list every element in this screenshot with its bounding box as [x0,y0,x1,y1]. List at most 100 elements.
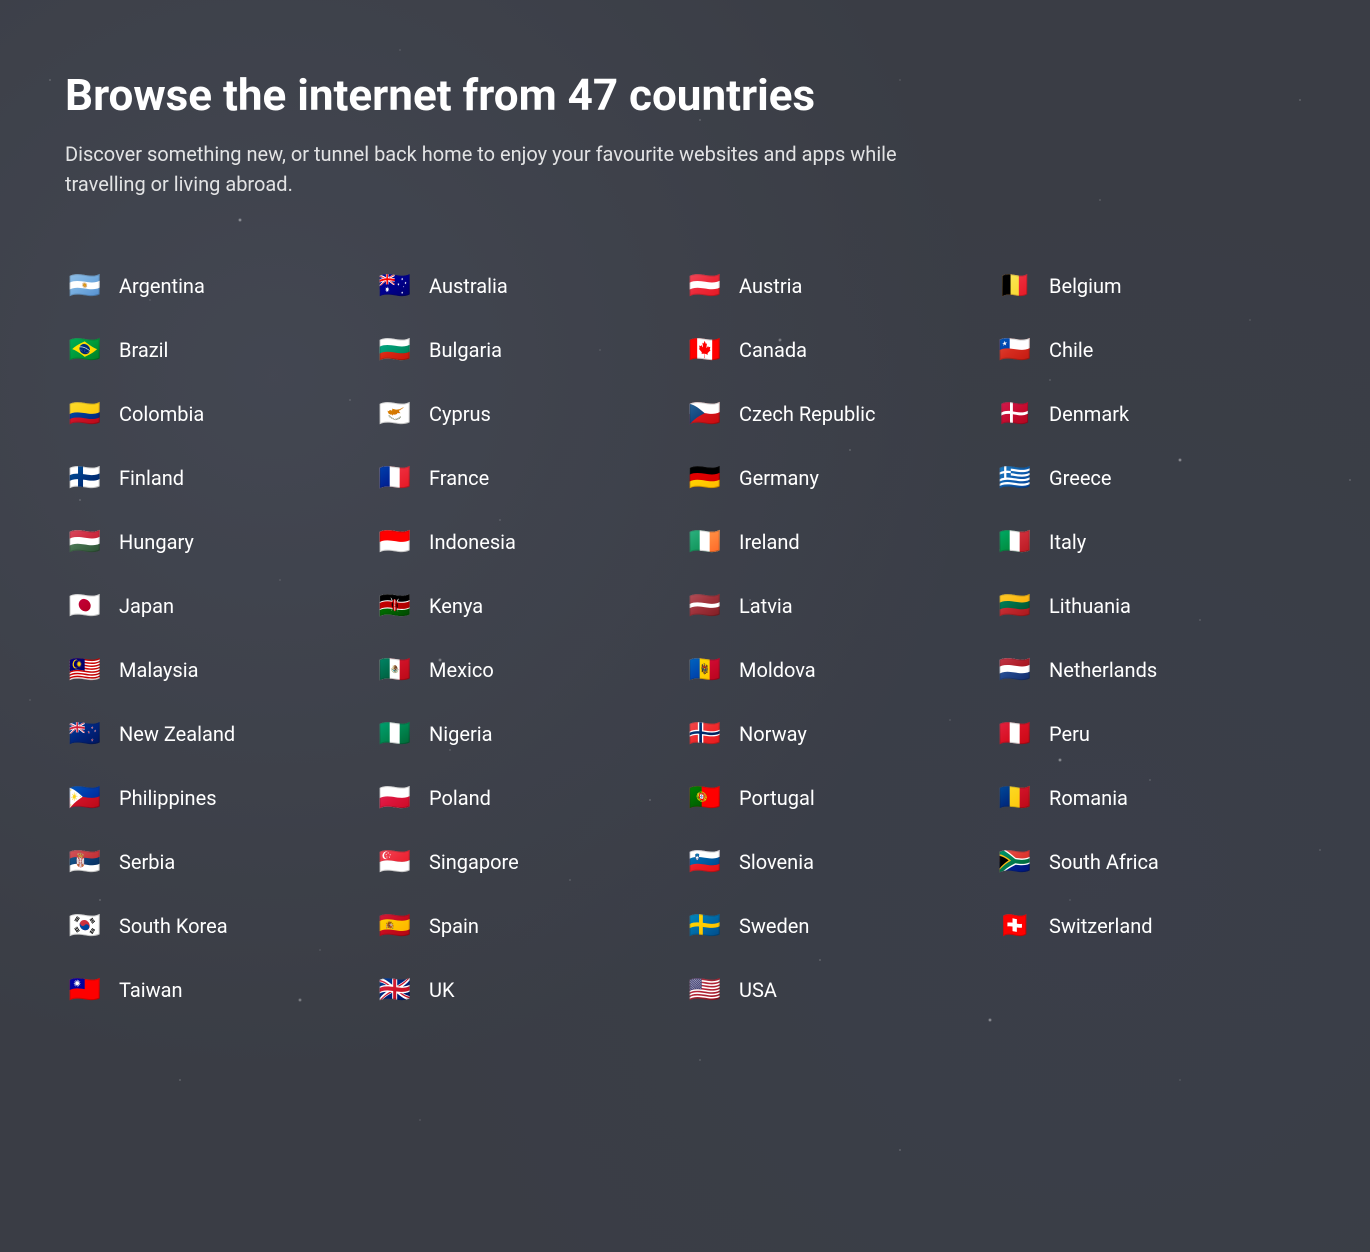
country-name: Denmark [1049,402,1129,426]
country-flag: 🇩🇪 [685,464,725,492]
country-flag: 🇨🇭 [995,912,1035,940]
country-name: Romania [1049,786,1128,810]
country-flag: 🇲🇾 [65,656,105,684]
country-name: Singapore [429,850,519,874]
country-flag: 🇬🇷 [995,464,1035,492]
country-flag: 🇷🇴 [995,784,1035,812]
country-flag: 🇰🇷 [65,912,105,940]
country-item: 🇨🇿Czech Republic [685,382,995,446]
country-item: 🇰🇷South Korea [65,894,375,958]
country-name: Cyprus [429,402,491,426]
country-name: USA [739,978,777,1002]
country-flag: 🇸🇪 [685,912,725,940]
country-name: Austria [739,274,802,298]
country-flag: 🇰🇪 [375,592,415,620]
country-flag: 🇵🇱 [375,784,415,812]
country-name: Germany [739,466,819,490]
country-item: 🇧🇪Belgium [995,254,1305,318]
country-item: 🇵🇹 Portugal [685,766,995,830]
country-flag: 🇨🇴 [65,400,105,428]
country-item: 🇨🇭Switzerland [995,894,1305,958]
country-name: Moldova [739,658,816,682]
country-name: Indonesia [429,530,516,554]
country-flag: 🇯🇵 [65,592,105,620]
countries-grid: 🇦🇷Argentina🇦🇺Australia🇦🇹Austria🇧🇪Belgium… [65,254,1305,1022]
country-item: 🇭🇺Hungary [65,510,375,574]
country-name: Ireland [739,530,800,554]
country-name: Kenya [429,594,483,618]
country-item: 🇸🇬 Singapore [375,830,685,894]
country-name: Philippines [119,786,217,810]
country-flag: 🇩🇰 [995,400,1035,428]
country-name: Mexico [429,658,494,682]
country-item: 🇳🇬Nigeria [375,702,685,766]
country-flag: 🇱🇻 [685,592,725,620]
country-flag: 🇦🇺 [375,272,415,300]
country-flag: 🇲🇽 [375,656,415,684]
country-name: Portugal [739,786,815,810]
country-name: Hungary [119,530,194,554]
country-flag: 🇦🇷 [65,272,105,300]
country-name: Malaysia [119,658,198,682]
country-item: 🇬🇷Greece [995,446,1305,510]
country-name: Peru [1049,722,1090,746]
country-name: Sweden [739,914,809,938]
country-flag: 🇵🇹 [685,784,725,812]
country-flag: 🇿🇦 [995,848,1035,876]
country-item: 🇿🇦South Africa [995,830,1305,894]
country-name: Lithuania [1049,594,1131,618]
country-item: 🇪🇸Spain [375,894,685,958]
country-item: 🇨🇱 Chile [995,318,1305,382]
country-flag: 🇵🇭 [65,784,105,812]
country-flag: 🇮🇪 [685,528,725,556]
country-name: New Zealand [119,722,235,746]
country-flag: 🇷🇸 [65,848,105,876]
country-name: Japan [119,594,174,618]
country-flag: 🇳🇿 [65,720,105,748]
country-name: Spain [429,914,479,938]
country-item: 🇮🇪 Ireland [685,510,995,574]
country-flag: 🇹🇼 [65,976,105,1004]
country-name: Slovenia [739,850,814,874]
country-item: 🇩🇰 Denmark [995,382,1305,446]
country-flag: 🇨🇱 [995,336,1035,364]
country-name: Colombia [119,402,204,426]
country-name: Finland [119,466,184,490]
country-flag: 🇱🇹 [995,592,1035,620]
country-flag: 🇨🇿 [685,400,725,428]
country-name: Nigeria [429,722,493,746]
country-item: 🇰🇪 Kenya [375,574,685,638]
country-item: 🇬🇧UK [375,958,685,1022]
country-item: 🇧🇬Bulgaria [375,318,685,382]
country-item: 🇨🇦 Canada [685,318,995,382]
country-flag: 🇧🇷 [65,336,105,364]
country-item: 🇲🇩 Moldova [685,638,995,702]
country-name: Chile [1049,338,1093,362]
country-flag: 🇵🇪 [995,720,1035,748]
country-item: 🇵🇪 Peru [995,702,1305,766]
country-item: 🇧🇷Brazil [65,318,375,382]
country-item: 🇱🇻Latvia [685,574,995,638]
country-name: Norway [739,722,807,746]
country-flag: 🇸🇬 [375,848,415,876]
country-name: Argentina [119,274,205,298]
country-flag: 🇫🇷 [375,464,415,492]
country-item: 🇲🇽 Mexico [375,638,685,702]
country-item: 🇯🇵 Japan [65,574,375,638]
country-flag: 🇨🇦 [685,336,725,364]
main-container: Browse the internet from 47 countries Di… [0,0,1370,1102]
country-item: 🇨🇴 Colombia [65,382,375,446]
country-item: 🇸🇮Slovenia [685,830,995,894]
country-name: Italy [1049,530,1086,554]
country-name: Serbia [119,850,175,874]
country-flag: 🇧🇪 [995,272,1035,300]
country-flag: 🇲🇩 [685,656,725,684]
country-name: France [429,466,489,490]
country-name: Canada [739,338,807,362]
page-subtitle: Discover something new, or tunnel back h… [65,139,925,199]
country-item: 🇷🇴 Romania [995,766,1305,830]
country-item: 🇹🇼Taiwan [65,958,375,1022]
country-item: 🇱🇹 Lithuania [995,574,1305,638]
country-flag: 🇧🇬 [375,336,415,364]
country-flag: 🇮🇹 [995,528,1035,556]
